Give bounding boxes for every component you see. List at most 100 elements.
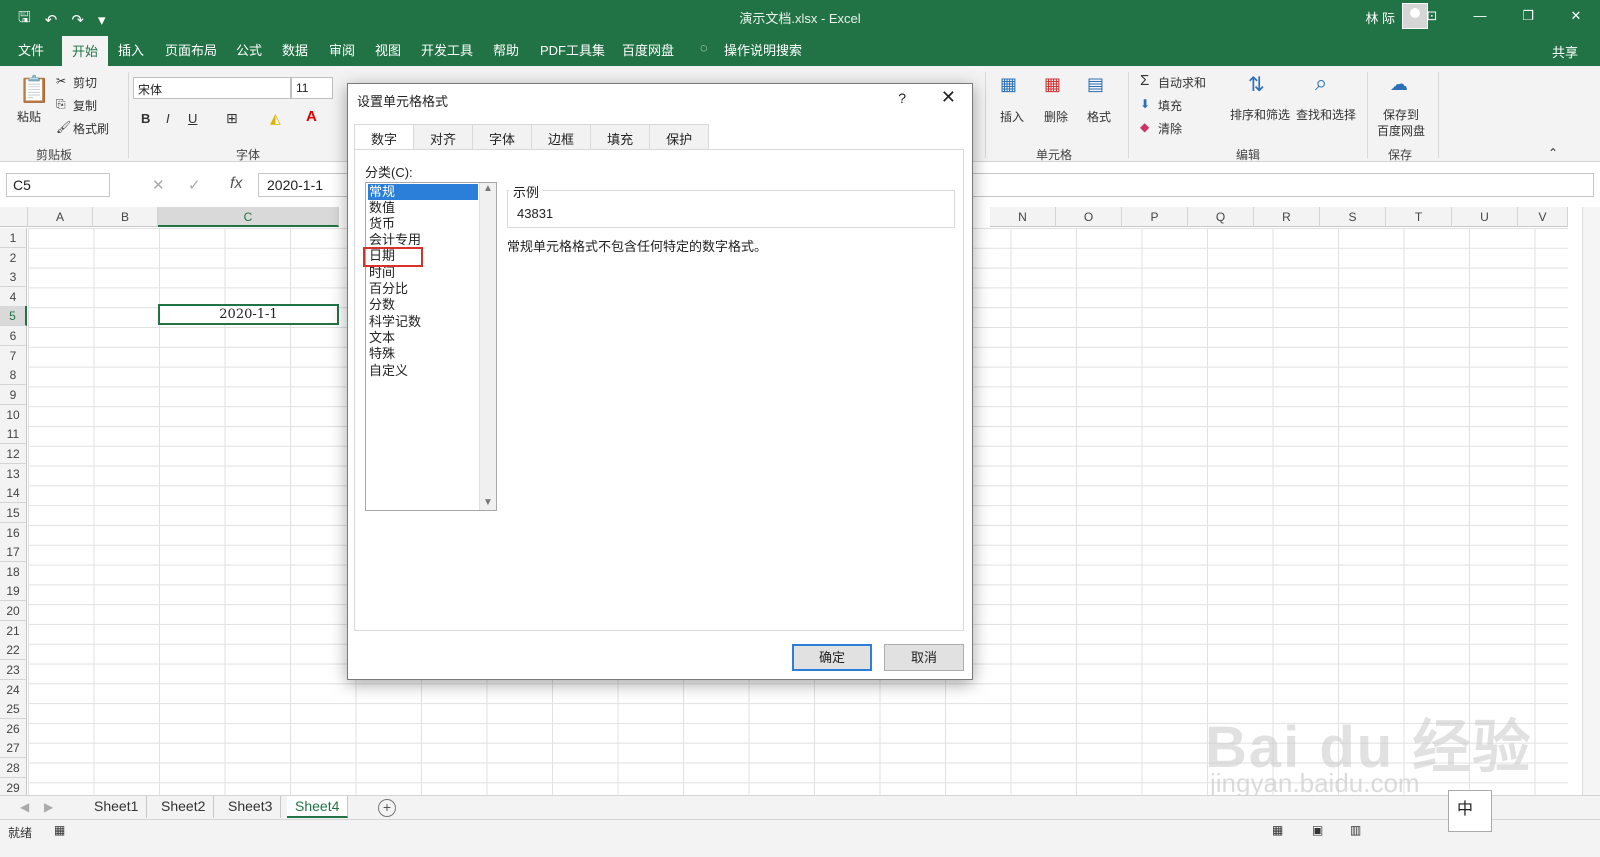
category-item-text[interactable]: 文本: [368, 330, 478, 346]
row-header[interactable]: 26: [0, 719, 27, 739]
row-header[interactable]: 24: [0, 680, 27, 700]
ribbon-display-icon[interactable]: ⊡: [1408, 0, 1456, 34]
sheet-tab[interactable]: Sheet3: [220, 796, 282, 818]
column-header[interactable]: U: [1452, 207, 1518, 227]
confirm-entry-icon[interactable]: ✓: [188, 176, 201, 194]
clear-button[interactable]: 清除: [1158, 120, 1182, 137]
row-header[interactable]: 3: [0, 267, 27, 287]
fill-button[interactable]: 填充: [1158, 97, 1182, 114]
prev-sheet-icon[interactable]: ◀: [20, 800, 29, 814]
row-header[interactable]: 20: [0, 601, 27, 621]
sort-filter-button[interactable]: 排序和筛选: [1230, 106, 1290, 123]
add-sheet-icon[interactable]: +: [378, 799, 396, 817]
ime-indicator[interactable]: 中: [1448, 790, 1492, 832]
row-header[interactable]: 18: [0, 562, 27, 582]
cancel-entry-icon[interactable]: ✕: [152, 176, 165, 194]
row-header[interactable]: 17: [0, 542, 27, 562]
macro-record-icon[interactable]: ▦: [54, 823, 65, 837]
name-box[interactable]: C5: [6, 173, 110, 197]
insert-cells-button[interactable]: 插入: [1000, 108, 1024, 125]
row-header[interactable]: 7: [0, 346, 27, 366]
tab-border[interactable]: 边框: [532, 124, 592, 150]
tab-home[interactable]: 开始: [62, 36, 109, 66]
column-header[interactable]: V: [1518, 207, 1568, 227]
find-select-button[interactable]: 查找和选择: [1296, 106, 1356, 123]
category-item-accounting[interactable]: 会计专用: [368, 232, 478, 248]
sort-filter-icon[interactable]: ⇅: [1248, 72, 1265, 97]
column-header[interactable]: C: [158, 207, 339, 227]
category-item-scientific[interactable]: 科学记数: [368, 314, 478, 330]
column-header[interactable]: O: [1056, 207, 1122, 227]
bold-button[interactable]: B: [141, 111, 150, 126]
vertical-scrollbar[interactable]: [1582, 207, 1600, 795]
delete-cells-icon[interactable]: ▦: [1044, 74, 1061, 95]
row-header[interactable]: 8: [0, 365, 27, 385]
cut-button[interactable]: 剪切: [73, 74, 97, 91]
tab-insert[interactable]: 插入: [118, 40, 144, 59]
format-cells-icon[interactable]: ▤: [1087, 74, 1104, 95]
row-header[interactable]: 12: [0, 444, 27, 464]
lightbulb-icon[interactable]: ◌: [700, 40, 708, 55]
column-header[interactable]: Q: [1188, 207, 1254, 227]
tab-file[interactable]: 文件: [18, 40, 44, 59]
row-header[interactable]: 21: [0, 621, 27, 641]
sheet-tab[interactable]: Sheet1: [86, 796, 148, 818]
tab-pdf-tools[interactable]: PDF工具集: [540, 40, 605, 59]
column-header[interactable]: B: [93, 207, 158, 227]
category-item-percentage[interactable]: 百分比: [368, 281, 478, 297]
row-header[interactable]: 9: [0, 385, 27, 405]
ok-button[interactable]: 确定: [792, 644, 872, 671]
row-header[interactable]: 10: [0, 405, 27, 425]
sheet-tab[interactable]: Sheet2: [153, 796, 215, 818]
close-button[interactable]: ✕: [1552, 0, 1600, 34]
paste-button[interactable]: 粘贴: [17, 108, 41, 125]
category-scrollbar[interactable]: ▲ ▼: [479, 183, 496, 510]
tab-developer[interactable]: 开发工具: [421, 40, 473, 59]
copy-button[interactable]: 复制: [73, 97, 97, 114]
page-layout-view-icon[interactable]: ▣: [1312, 823, 1323, 837]
column-header[interactable]: P: [1122, 207, 1188, 227]
category-item-special[interactable]: 特殊: [368, 346, 478, 362]
tab-alignment[interactable]: 对齐: [414, 124, 474, 150]
tab-font[interactable]: 字体: [473, 124, 533, 150]
insert-cells-icon[interactable]: ▦: [1000, 74, 1017, 95]
autosum-button[interactable]: 自动求和: [1158, 74, 1206, 91]
row-header[interactable]: 19: [0, 581, 27, 601]
column-header[interactable]: N: [990, 207, 1056, 227]
share-button[interactable]: 共享: [1552, 42, 1578, 61]
tab-formulas[interactable]: 公式: [236, 40, 262, 59]
italic-button[interactable]: I: [166, 111, 170, 126]
category-item-fraction[interactable]: 分数: [368, 297, 478, 313]
collapse-ribbon-icon[interactable]: ⌃: [1548, 146, 1558, 160]
row-header[interactable]: 25: [0, 699, 27, 719]
category-item-number[interactable]: 数值: [368, 200, 478, 216]
category-item-custom[interactable]: 自定义: [368, 363, 478, 379]
user-name[interactable]: 林 际: [1365, 8, 1395, 27]
category-item-general[interactable]: 常规: [368, 184, 478, 200]
underline-button[interactable]: U: [188, 111, 197, 126]
tab-number[interactable]: 数字: [354, 124, 415, 151]
delete-cells-button[interactable]: 删除: [1044, 108, 1068, 125]
fill-color-icon[interactable]: ◭: [270, 110, 281, 127]
column-header[interactable]: S: [1320, 207, 1386, 227]
column-header[interactable]: R: [1254, 207, 1320, 227]
row-header[interactable]: 14: [0, 483, 27, 503]
font-color-icon[interactable]: A: [306, 108, 317, 125]
help-button[interactable]: ?: [898, 90, 906, 106]
select-all-corner[interactable]: [0, 207, 28, 227]
baidu-cloud-icon[interactable]: ☁: [1390, 74, 1408, 95]
font-name-select[interactable]: 宋体: [133, 77, 291, 99]
dialog-close-button[interactable]: ✕: [941, 87, 956, 108]
row-header[interactable]: 13: [0, 464, 27, 484]
category-list[interactable]: 常规 数值 货币 会计专用 日期 时间 百分比 分数 科学记数 文本 特殊 自定…: [365, 182, 497, 511]
tab-help[interactable]: 帮助: [493, 40, 519, 59]
magnifier-icon[interactable]: ⌕: [1315, 70, 1327, 96]
insert-function-icon[interactable]: fx: [230, 175, 242, 193]
tell-me-search[interactable]: 操作说明搜索: [724, 40, 802, 59]
row-header[interactable]: 5: [0, 306, 27, 326]
row-header[interactable]: 23: [0, 660, 27, 680]
tab-page-layout[interactable]: 页面布局: [165, 40, 217, 59]
row-header[interactable]: 15: [0, 503, 27, 523]
sheet-tab-active[interactable]: Sheet4: [287, 796, 349, 818]
tab-data[interactable]: 数据: [282, 40, 308, 59]
